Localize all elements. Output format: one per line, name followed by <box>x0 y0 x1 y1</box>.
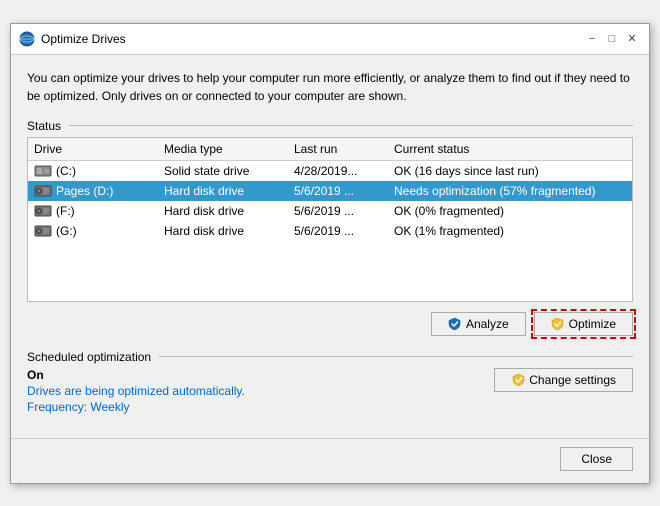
change-settings-button[interactable]: Change settings <box>494 368 633 392</box>
last-run-cell: 5/6/2019 ... <box>294 224 394 238</box>
hdd-icon <box>34 205 52 217</box>
scheduled-status: On <box>27 368 245 382</box>
status-cell: Needs optimization (57% fragmented) <box>394 184 626 198</box>
window-close-button[interactable]: ✕ <box>623 30 641 48</box>
scheduled-frequency: Frequency: Weekly <box>27 400 245 414</box>
drive-cell: Pages (D:) <box>34 184 164 198</box>
window-title: Optimize Drives <box>41 32 583 46</box>
optimize-shield-icon <box>551 317 565 331</box>
optimize-button[interactable]: Optimize <box>534 312 633 336</box>
media-type-cell: Hard disk drive <box>164 224 294 238</box>
description-text: You can optimize your drives to help you… <box>27 69 633 105</box>
hdd-icon <box>34 225 52 237</box>
close-label: Close <box>581 452 612 466</box>
col-header-drive: Drive <box>34 142 164 156</box>
analyze-button[interactable]: Analyze <box>431 312 526 336</box>
drive-name: (F:) <box>56 204 75 218</box>
close-button[interactable]: Close <box>560 447 633 471</box>
maximize-button[interactable]: □ <box>603 30 621 48</box>
action-buttons-row: Analyze Optimize <box>27 312 633 336</box>
drive-name: Pages (D:) <box>56 184 113 198</box>
table-row[interactable]: (G:) Hard disk drive5/6/2019 ...OK (1% fr… <box>28 221 632 241</box>
drives-table: Drive Media type Last run Current status… <box>27 137 633 302</box>
status-cell: OK (0% fragmented) <box>394 204 626 218</box>
window-icon <box>19 31 35 47</box>
status-label: Status <box>27 119 61 133</box>
analyze-shield-icon <box>448 317 462 331</box>
status-section-header: Status <box>27 119 633 133</box>
dialog-footer: Close <box>11 438 649 483</box>
ssd-icon <box>34 165 52 177</box>
drive-name: (G:) <box>56 224 77 238</box>
title-bar: Optimize Drives − □ ✕ <box>11 24 649 55</box>
last-run-cell: 4/28/2019... <box>294 164 394 178</box>
optimize-label: Optimize <box>569 317 616 331</box>
scheduled-info: On Drives are being optimized automatica… <box>27 368 245 414</box>
scheduled-label: Scheduled optimization <box>27 350 151 364</box>
minimize-button[interactable]: − <box>583 30 601 48</box>
status-cell: OK (16 days since last run) <box>394 164 626 178</box>
drive-cell: (G:) <box>34 224 164 238</box>
col-header-status: Current status <box>394 142 626 156</box>
table-row[interactable]: Pages (D:) Hard disk drive5/6/2019 ...Nee… <box>28 181 632 201</box>
hdd-icon <box>34 185 52 197</box>
media-type-cell: Hard disk drive <box>164 184 294 198</box>
scheduled-row: On Drives are being optimized automatica… <box>27 368 633 414</box>
media-type-cell: Solid state drive <box>164 164 294 178</box>
last-run-cell: 5/6/2019 ... <box>294 204 394 218</box>
drive-name: (C:) <box>56 164 76 178</box>
col-header-last-run: Last run <box>294 142 394 156</box>
last-run-cell: 5/6/2019 ... <box>294 184 394 198</box>
scheduled-description: Drives are being optimized automatically… <box>27 384 245 398</box>
scheduled-header: Scheduled optimization <box>27 350 633 364</box>
change-settings-label: Change settings <box>529 373 616 387</box>
table-row[interactable]: (C:) Solid state drive4/28/2019...OK (16 … <box>28 161 632 181</box>
analyze-label: Analyze <box>466 317 509 331</box>
drive-cell: (C:) <box>34 164 164 178</box>
table-body: (C:) Solid state drive4/28/2019...OK (16 … <box>28 161 632 301</box>
col-header-media: Media type <box>164 142 294 156</box>
status-cell: OK (1% fragmented) <box>394 224 626 238</box>
table-row[interactable]: (F:) Hard disk drive5/6/2019 ...OK (0% fr… <box>28 201 632 221</box>
dialog-content: You can optimize your drives to help you… <box>11 55 649 438</box>
settings-shield-icon <box>511 373 525 387</box>
optimize-drives-dialog: Optimize Drives − □ ✕ You can optimize y… <box>10 23 650 484</box>
table-header: Drive Media type Last run Current status <box>28 138 632 161</box>
window-controls: − □ ✕ <box>583 30 641 48</box>
drive-cell: (F:) <box>34 204 164 218</box>
scheduled-section: Scheduled optimization On Drives are bei… <box>27 350 633 414</box>
media-type-cell: Hard disk drive <box>164 204 294 218</box>
